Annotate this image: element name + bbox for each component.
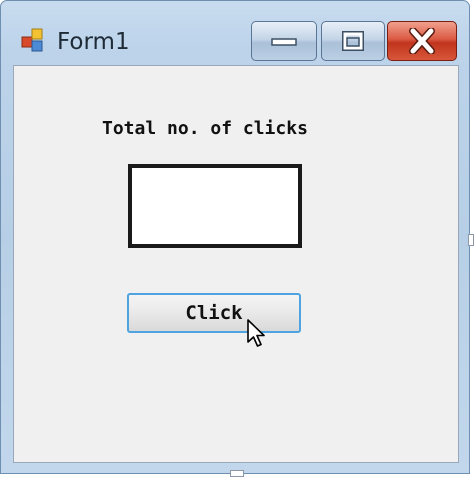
form1-window: Form1 Total no. of clicks Click bbox=[0, 0, 470, 474]
minimize-button[interactable] bbox=[251, 21, 317, 61]
maximize-icon bbox=[342, 31, 364, 51]
close-button[interactable] bbox=[387, 21, 457, 61]
window-title: Form1 bbox=[57, 29, 130, 55]
close-icon bbox=[409, 28, 435, 54]
click-button[interactable]: Click bbox=[127, 293, 301, 333]
click-count-textbox[interactable] bbox=[128, 164, 302, 248]
resize-grip-right[interactable] bbox=[468, 234, 474, 246]
form-client-area: Total no. of clicks Click bbox=[13, 65, 459, 463]
form-app-icon bbox=[21, 28, 43, 52]
resize-grip-bottom[interactable] bbox=[230, 470, 244, 477]
mouse-cursor-icon bbox=[247, 319, 265, 347]
total-clicks-label: Total no. of clicks bbox=[102, 118, 308, 139]
minimize-icon bbox=[271, 38, 297, 46]
title-bar[interactable]: Form1 bbox=[1, 1, 469, 65]
maximize-button[interactable] bbox=[321, 21, 385, 61]
